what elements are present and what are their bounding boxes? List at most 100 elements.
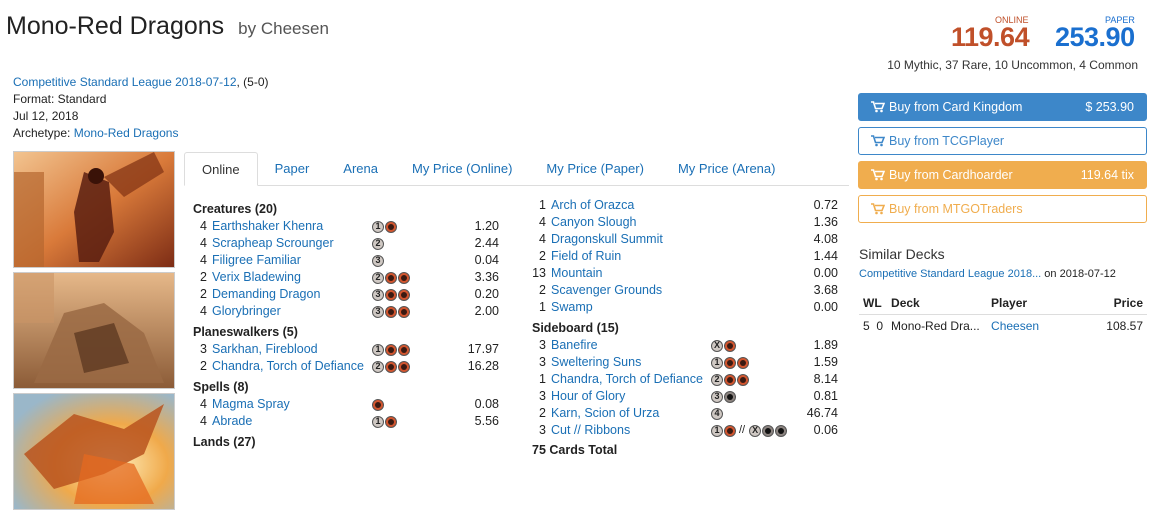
card-qty: 3: [539, 338, 546, 352]
card-name-link[interactable]: Verix Bladewing: [212, 269, 301, 286]
card-qty: 3: [539, 355, 546, 369]
wl-cell: 5 0: [859, 315, 887, 336]
mana-cost: 1: [711, 354, 750, 371]
lands-sideboard-column: 1 Arch of Orazca 0.72 4 Canyon Slough 1.36 4 Dr…: [532, 197, 838, 457]
card-name-link[interactable]: Chandra, Torch of Defiance: [212, 358, 364, 375]
card-name-link[interactable]: Demanding Dragon: [212, 286, 320, 303]
event-link[interactable]: Competitive Standard League 2018-07-12: [13, 75, 237, 89]
buy-card-kingdom-button[interactable]: Buy from Card Kingdom $ 253.90: [858, 93, 1147, 121]
buy-button-label: Buy from Card Kingdom: [889, 100, 1023, 114]
card-price: 17.97: [467, 342, 499, 356]
card-price: 1.89: [813, 338, 838, 352]
archetype-link[interactable]: Mono-Red Dragons: [74, 126, 179, 140]
card-name-link[interactable]: Sweltering Suns: [551, 354, 641, 371]
card-name-link[interactable]: Arch of Orazca: [551, 197, 634, 214]
card-row: 2 Scavenger Grounds 3.68: [532, 282, 838, 299]
card-price: 3.36: [474, 270, 499, 284]
main-column: Creatures (20) 4 Earthshaker Khenra 1 1.20 4 S…: [193, 201, 499, 451]
card-name-link[interactable]: Cut // Ribbons: [551, 422, 630, 439]
buy-button-label: Buy from Cardhoarder: [889, 168, 1013, 182]
card-name-link[interactable]: Glorybringer: [212, 303, 281, 320]
red-mana-icon: [385, 220, 397, 233]
card-name-link[interactable]: Sarkhan, Fireblood: [212, 341, 318, 358]
card-row: 3 Sarkhan, Fireblood 1 17.97: [193, 341, 499, 358]
price-cell: 108.57: [1106, 319, 1143, 333]
card-price: 4.08: [813, 232, 838, 246]
generic-mana-icon: 1: [372, 415, 384, 428]
card-name-link[interactable]: Scrapheap Scrounger: [212, 235, 334, 252]
similar-event-date: on 2018-07-12: [1041, 268, 1116, 280]
card-name-link[interactable]: Banefire: [551, 337, 598, 354]
card-qty: 2: [200, 359, 207, 373]
card-qty: 2: [200, 287, 207, 301]
card-art-khenra[interactable]: [13, 151, 175, 268]
card-row: 4 Filigree Familiar 3 0.04: [193, 252, 499, 269]
card-name-link[interactable]: Magma Spray: [212, 396, 290, 413]
card-name-link[interactable]: Field of Ruin: [551, 248, 621, 265]
mana-cost: 2: [372, 358, 411, 375]
date-line: Jul 12, 2018: [13, 109, 79, 123]
card-qty: 13: [532, 266, 546, 280]
similar-decks-heading: Similar Decks: [859, 246, 945, 262]
card-price: 46.74: [806, 406, 838, 420]
card-name-link[interactable]: Filigree Familiar: [212, 252, 301, 269]
card-art-scrounger[interactable]: [13, 272, 175, 389]
generic-mana-icon: 1: [711, 356, 723, 369]
similar-deck-row[interactable]: 5 0 Mono-Red Dra... Cheesen 108.57: [859, 315, 1147, 336]
red-mana-icon: [385, 288, 397, 301]
tab-my-price-online[interactable]: My Price (Online): [395, 152, 529, 186]
red-mana-icon: [724, 373, 736, 386]
tab-paper[interactable]: Paper: [258, 152, 327, 186]
card-name-link[interactable]: Dragonskull Summit: [551, 231, 663, 248]
card-row: 1 Swamp 0.00: [532, 299, 838, 316]
mana-cost: 1: [372, 341, 411, 358]
mana-cost: X: [711, 337, 737, 354]
tab-my-price-paper[interactable]: My Price (Paper): [529, 152, 661, 186]
card-name-link[interactable]: Earthshaker Khenra: [212, 218, 323, 235]
card-art-dragon[interactable]: [13, 393, 175, 510]
shopping-cart-icon: [871, 135, 886, 147]
mana-cost: 2: [711, 371, 750, 388]
tab-my-price-arena[interactable]: My Price (Arena): [661, 152, 793, 186]
generic-mana-icon: 2: [372, 271, 384, 284]
red-mana-icon: [398, 360, 410, 373]
buy-button-label: Buy from MTGOTraders: [889, 202, 1023, 216]
page-title: Mono-Red Dragons by Cheesen: [6, 12, 329, 41]
buy-cardhoarder-button[interactable]: Buy from Cardhoarder 119.64 tix: [858, 161, 1147, 189]
card-name-link[interactable]: Chandra, Torch of Defiance: [551, 371, 703, 388]
generic-mana-icon: 1: [372, 343, 384, 356]
deck-title: Mono-Red Dragons: [6, 12, 225, 40]
red-mana-icon: [737, 356, 749, 369]
player-link[interactable]: Cheesen: [991, 319, 1039, 333]
sideboard-header: Sideboard (15): [532, 321, 619, 335]
card-price: 3.68: [813, 283, 838, 297]
card-price: 1.59: [813, 355, 838, 369]
header-player: Player: [987, 294, 1077, 315]
mana-cost: 3: [372, 286, 411, 303]
wins: 5: [863, 319, 870, 333]
card-row: 4 Dragonskull Summit 4.08: [532, 231, 838, 248]
card-row: 1 Arch of Orazca 0.72: [532, 197, 838, 214]
card-name-link[interactable]: Swamp: [551, 299, 593, 316]
card-name-link[interactable]: Mountain: [551, 265, 602, 282]
card-qty: 4: [200, 236, 207, 250]
card-row: 13 Mountain 0.00: [532, 265, 838, 282]
tab-arena[interactable]: Arena: [326, 152, 395, 186]
card-row: 4 Earthshaker Khenra 1 1.20: [193, 218, 499, 235]
format-line: Format: Standard: [13, 92, 107, 106]
mana-cost: 1: [372, 413, 398, 430]
buy-tcgplayer-button[interactable]: Buy from TCGPlayer: [858, 127, 1147, 155]
card-name-link[interactable]: Karn, Scion of Urza: [551, 405, 659, 422]
red-mana-icon: [385, 305, 397, 318]
red-mana-icon: [398, 343, 410, 356]
card-name-link[interactable]: Scavenger Grounds: [551, 282, 662, 299]
similar-event-link[interactable]: Competitive Standard League 2018...: [859, 268, 1041, 280]
buy-mtgotraders-button[interactable]: Buy from MTGOTraders: [858, 195, 1147, 223]
tab-online[interactable]: Online: [184, 152, 258, 186]
card-qty: 2: [539, 406, 546, 420]
card-name-link[interactable]: Canyon Slough: [551, 214, 636, 231]
card-name-link[interactable]: Abrade: [212, 413, 252, 430]
mana-cost: 4: [711, 405, 724, 422]
card-name-link[interactable]: Hour of Glory: [551, 388, 625, 405]
generic-mana-icon: 2: [711, 373, 723, 386]
